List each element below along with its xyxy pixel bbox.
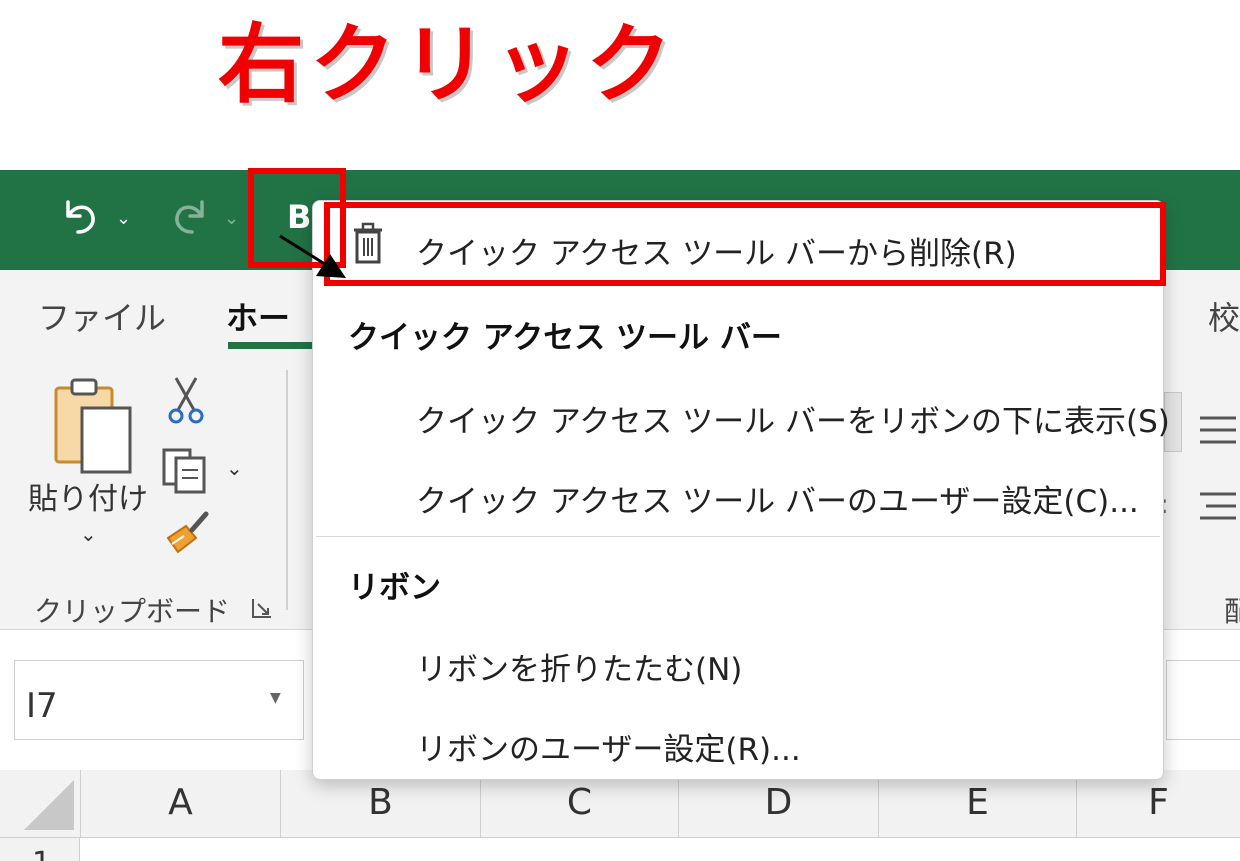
- format-painter-icon[interactable]: [162, 508, 212, 558]
- menu-section-qat: クイック アクセス ツール バー: [348, 320, 782, 356]
- undo-icon[interactable]: [58, 194, 102, 238]
- menu-item-collapse-ribbon[interactable]: リボンを折りたたむ(N): [416, 644, 742, 689]
- menu-section-ribbon: リボン: [348, 570, 441, 606]
- menu-item-customize-qat[interactable]: クイック アクセス ツール バーのユーザー設定(C)...: [416, 476, 1139, 521]
- menu-item-customize-ribbon[interactable]: リボンのユーザー設定(R)...: [416, 724, 801, 769]
- tab-home[interactable]: ホー: [226, 293, 290, 339]
- tab-review[interactable]: 校: [1208, 293, 1240, 339]
- formula-bar[interactable]: [1166, 660, 1240, 740]
- redo-dropdown-icon[interactable]: ⌄: [224, 208, 239, 229]
- column-header-a[interactable]: A: [80, 770, 280, 838]
- column-header-e[interactable]: E: [878, 770, 1076, 838]
- highlight-box-remove-item: [324, 202, 1166, 286]
- pointer-arrow-icon: [279, 234, 346, 278]
- copy-icon[interactable]: [160, 446, 212, 494]
- menu-item-show-below-ribbon[interactable]: クイック アクセス ツール バーをリボンの下に表示(S): [416, 396, 1170, 441]
- active-tab-indicator: [228, 342, 318, 349]
- undo-dropdown-icon[interactable]: ⌄: [116, 208, 131, 229]
- redo-icon[interactable]: [168, 194, 212, 238]
- align-top-icon[interactable]: [1196, 412, 1240, 448]
- cut-icon[interactable]: [166, 376, 206, 424]
- ribbon-group-separator: [286, 370, 288, 610]
- column-header-f[interactable]: F: [1076, 770, 1240, 838]
- tab-file[interactable]: ファイル: [38, 293, 166, 339]
- copy-dropdown-icon[interactable]: ⌄: [226, 456, 243, 480]
- column-header-d[interactable]: D: [678, 770, 878, 838]
- clipboard-group-label: クリップボード: [34, 595, 231, 628]
- column-header-b[interactable]: B: [280, 770, 480, 838]
- name-box-value: I7: [26, 686, 58, 726]
- dialog-launcher-icon[interactable]: [250, 596, 274, 620]
- paste-icon[interactable]: [52, 374, 136, 478]
- menu-separator: [316, 536, 1160, 537]
- paste-button-label[interactable]: 貼り付け: [28, 474, 148, 518]
- row-header-1[interactable]: 1: [32, 846, 51, 861]
- alignment-group-label: 配: [1224, 595, 1240, 628]
- name-box-dropdown-icon[interactable]: ▼: [270, 690, 281, 706]
- paste-dropdown-icon[interactable]: ⌄: [80, 522, 97, 546]
- annotation-heading: 右クリック: [218, 15, 678, 115]
- align-left-icon[interactable]: [1196, 488, 1240, 524]
- select-all-corner[interactable]: [22, 778, 76, 832]
- column-header-c[interactable]: C: [480, 770, 678, 838]
